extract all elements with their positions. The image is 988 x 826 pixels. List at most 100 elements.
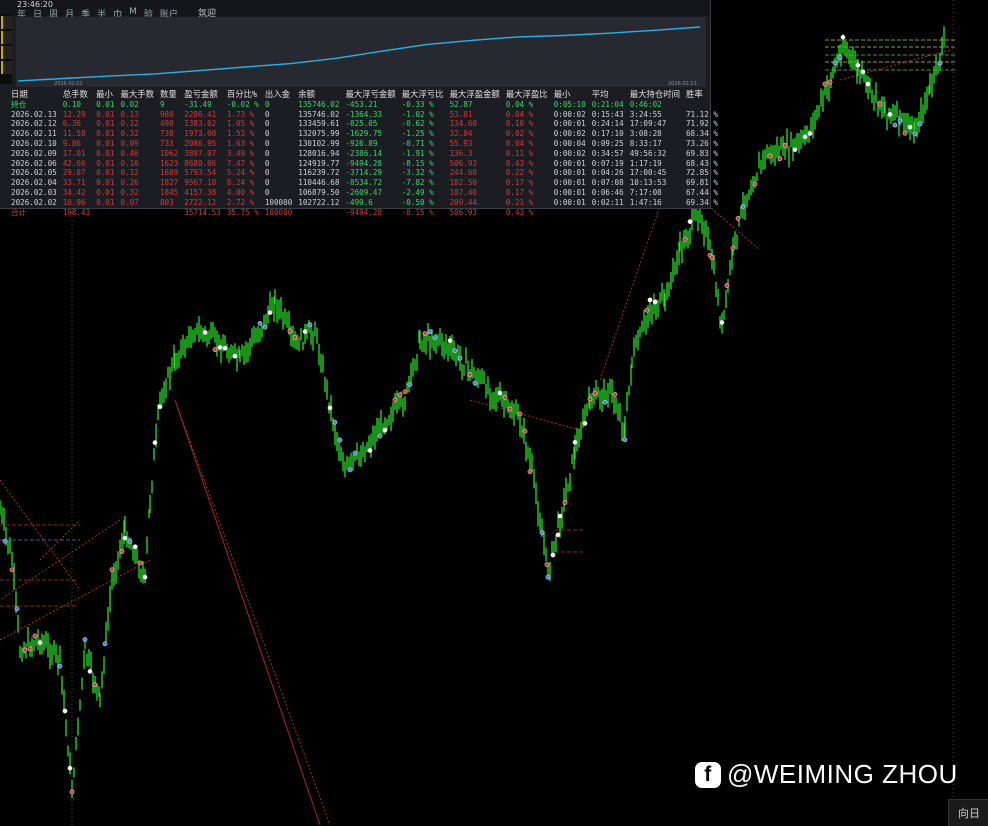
cell: 69.34 % xyxy=(685,197,718,207)
column-header: 最大持仓时间 xyxy=(629,89,680,99)
cell: 102722.12 xyxy=(298,197,340,207)
cell: 0.09 xyxy=(120,138,139,148)
cell: 128016.94 xyxy=(298,148,340,158)
cell: 11.58 xyxy=(62,129,86,139)
cell: 803 xyxy=(159,197,174,207)
cell: 1.05 % xyxy=(226,119,255,129)
cell: 0.01 xyxy=(96,187,115,197)
cell: 2026.02.02 xyxy=(11,197,57,207)
cell: 8.24 % xyxy=(226,178,255,188)
column-header: 出入金 xyxy=(264,89,290,99)
cell: 2026.02.11 xyxy=(11,129,57,139)
cell: 0 xyxy=(264,119,270,129)
cell: 0.32 xyxy=(120,129,139,139)
table-row: 2026.02.04 33.71 0.01 0.26 1827 9567.18 8.24 %… xyxy=(8,178,721,188)
cell: 0.43 % xyxy=(505,158,534,168)
column-header: 百分比% xyxy=(226,89,257,99)
cell: 72.85 % xyxy=(685,168,718,178)
cell: 733 xyxy=(159,138,174,148)
cell: -1.02 % xyxy=(401,109,434,119)
cell: 0.10 % xyxy=(505,119,534,129)
cell: 135746.02 xyxy=(298,109,340,119)
cell: 5793.54 xyxy=(184,168,217,178)
total-row: 合计 198.43 35714.53 35.75 % 100000 -9494.28 -8.… xyxy=(8,208,721,218)
side-tab[interactable] xyxy=(1,31,13,44)
cell: 2722.12 xyxy=(184,197,217,207)
cell: -2.49 % xyxy=(401,187,434,197)
table-row: 2026.02.11 11.58 0.01 0.32 738 1973.00 1.53 % 0… xyxy=(8,129,721,139)
cell xyxy=(589,208,627,218)
cell: 12.29 xyxy=(62,109,86,119)
cell: 6.36 xyxy=(62,119,82,129)
cell: 0.04 % xyxy=(505,109,534,119)
cell: 506.93 xyxy=(449,158,477,168)
cell: 0.32 xyxy=(120,187,139,197)
cell xyxy=(627,208,683,218)
side-tab[interactable] xyxy=(1,46,13,59)
column-header: 最大浮盈金额 xyxy=(449,89,500,99)
cell: 42.66 xyxy=(62,158,86,168)
cell: 0:00:01 xyxy=(553,178,586,188)
cell: 0.01 xyxy=(96,158,115,168)
cell: 2026.02.09 xyxy=(11,148,57,158)
cell: 0.16 xyxy=(120,158,139,168)
side-tab[interactable] xyxy=(1,16,13,29)
cell: -0.62 % xyxy=(401,119,434,129)
cell: 持仓 xyxy=(11,99,27,109)
cell: 8680.06 xyxy=(184,158,217,168)
holding-row: 持仓 0.10 0.01 0.02 9 -31.49 -0.02 % 0 135746.02 -4… xyxy=(8,100,721,110)
cell: 0 xyxy=(264,138,270,148)
cell: -3.32 % xyxy=(401,168,434,178)
cell: 10.96 xyxy=(62,197,86,207)
cell: -2386.14 xyxy=(345,148,383,158)
cell: 32.84 xyxy=(449,129,473,139)
cell: 0:15:43 xyxy=(591,109,624,119)
cell xyxy=(295,208,342,218)
equity-curve: 2026.02.02 2026.02.13 xyxy=(16,17,706,87)
cell: -0.50 % xyxy=(401,197,434,207)
cell: 7.47 % xyxy=(226,158,255,168)
cell: 3:08:28 xyxy=(629,129,662,139)
cell: 0:46:02 xyxy=(629,99,662,109)
cell: 0 xyxy=(264,129,270,139)
watermark: f @WEIMING ZHOU xyxy=(695,759,958,790)
cell: 0:07:19 xyxy=(591,158,624,168)
cell: 106879.50 xyxy=(298,187,340,197)
column-header: 总手数 xyxy=(62,89,88,99)
table-row: 2026.02.12 6.36 0.01 0.12 490 1383.62 1.05 % 0 1… xyxy=(8,119,721,129)
cell: 1:47:16 xyxy=(629,197,662,207)
corner-button[interactable]: 向日 xyxy=(948,799,988,826)
cell: 2026.02.12 xyxy=(11,119,57,129)
cell: 244.60 xyxy=(449,168,477,178)
cell: 0.26 xyxy=(120,178,139,188)
equity-line xyxy=(17,26,701,82)
cell: 3897.07 xyxy=(184,148,217,158)
cell: 8:33:17 xyxy=(629,138,662,148)
cell: 2086.95 xyxy=(184,138,217,148)
cell: 3:24:55 xyxy=(629,109,662,119)
cell: -825.05 xyxy=(345,119,378,129)
cell: 0:06:46 xyxy=(591,187,624,197)
cell: 0:00:02 xyxy=(553,129,586,139)
statistics-panel: 23:46:20 年日周月季半巾 M 验账户 氛迎 2026.02.02 2026.… xyxy=(0,0,718,217)
cell: 1.53 % xyxy=(226,129,255,139)
cell: 133459.61 xyxy=(298,119,340,129)
cell: 0:00:01 xyxy=(553,187,586,197)
cell: 1062 xyxy=(159,148,179,158)
column-header: 平均 xyxy=(591,89,609,99)
cell: 1689 xyxy=(159,168,179,178)
table-row: 2026.02.03 34.42 0.01 0.32 1845 4157.38 4.00 %… xyxy=(8,188,721,198)
cell: 68.34 % xyxy=(685,129,718,139)
column-header: 胜率 xyxy=(685,89,703,99)
cell: -1.91 % xyxy=(401,148,434,158)
cell: 71.92 % xyxy=(685,119,718,129)
column-header: 数量 xyxy=(159,89,177,99)
cell: 71.12 % xyxy=(685,109,718,119)
cell: 182.50 xyxy=(449,178,477,188)
cell: 0 xyxy=(264,168,270,178)
side-tab[interactable] xyxy=(1,61,13,74)
column-header: 最大浮亏比 xyxy=(401,89,444,99)
cell: 0 xyxy=(264,158,270,168)
cell: -1629.75 xyxy=(345,129,383,139)
cell: 34.42 xyxy=(62,187,86,197)
